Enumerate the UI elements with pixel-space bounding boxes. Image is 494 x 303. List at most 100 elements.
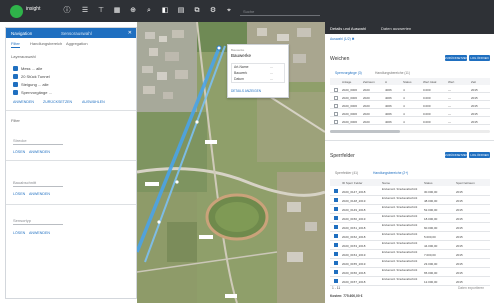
table-row[interactable]: 2020_0149_2018 Erstvernetz. Streckenabsch… <box>330 205 490 214</box>
divider <box>6 160 136 161</box>
tab-aggregation[interactable]: Aggregation <box>66 41 88 46</box>
table-cell: 2015 <box>456 199 463 203</box>
subtab-sperrvorgaenge[interactable]: Sperrvorgänge (3) <box>335 71 362 75</box>
table-cell: Erstvernetz. Streckenabschnitt <box>382 269 418 272</box>
clear-link[interactable]: LÖSEN <box>13 192 25 196</box>
reset-button[interactable]: ZURÜCKSETZEN <box>445 55 468 61</box>
section-title: Sperrfelder <box>330 153 355 159</box>
popup-details-link[interactable]: DETAILS ANZEIGEN <box>231 89 261 93</box>
table-row[interactable]: 2020_0006 2020 4006 4 0.000 — 2015 <box>330 110 490 117</box>
table-row[interactable]: 2020_0156_2018 Erstvernetz. Streckenabsch… <box>330 268 490 277</box>
row-checkbox[interactable] <box>334 270 338 274</box>
table-row[interactable]: 2020_0154_2019 Erstvernetz. Streckenabsch… <box>330 250 490 259</box>
row-checkbox[interactable] <box>334 95 338 100</box>
row-checkbox[interactable] <box>334 207 338 211</box>
selection-badge[interactable]: Auswahl (1/2) ✖ <box>330 37 355 41</box>
row-checkbox[interactable] <box>334 198 338 202</box>
apply-link[interactable]: ANWENDEN <box>29 150 50 154</box>
scrollbar-thumb[interactable] <box>330 130 400 133</box>
close-icon[interactable]: ✕ <box>128 30 132 36</box>
row-checkbox[interactable] <box>334 234 338 238</box>
row-checkbox[interactable] <box>334 119 338 124</box>
table-row[interactable]: 2020_0153_2018 Erstvernetz. Streckenabsch… <box>330 241 490 250</box>
log-button[interactable]: LOG ÖFFNEN <box>469 152 490 158</box>
layer-checkbox[interactable] <box>13 74 18 79</box>
reset-button[interactable]: ZURÜCKSETZEN <box>445 152 468 158</box>
column-header: ID Sperr Felder <box>342 181 363 185</box>
table-row[interactable]: 2020_0150_2019 Erstvernetz. Streckenabsch… <box>330 214 490 223</box>
table-row[interactable]: 2020_0152_2018 Erstvernetz. Streckenabsch… <box>330 232 490 241</box>
select-layers-link[interactable]: AUSWÄHLEN <box>82 100 105 104</box>
zoom-in-icon[interactable]: ⊕ <box>128 6 138 16</box>
row-checkbox[interactable] <box>334 252 338 256</box>
table-cell: Erstvernetz. Streckenabschnitt <box>382 215 418 218</box>
measure-icon[interactable]: ⧉ <box>192 6 202 16</box>
section-field[interactable]: Bauabschnitt <box>13 178 63 187</box>
subtab-sperrfelder[interactable]: Sperrfelder (41) <box>335 171 358 175</box>
row-checkbox[interactable] <box>334 189 338 193</box>
layer-checkbox[interactable] <box>13 66 18 71</box>
apply-layers-link[interactable]: ANWENDEN <box>13 100 34 104</box>
table-cell: 2015 <box>471 96 478 100</box>
row-checkbox[interactable] <box>334 87 338 92</box>
reset-layers-link[interactable]: ZURÜCKSETZEN <box>43 100 72 104</box>
table-row[interactable]: 2020_0006 2020 4006 4 0.000 — 2015 <box>330 102 490 109</box>
layer-checkbox[interactable] <box>13 90 18 95</box>
table-row[interactable]: 2020_0147_2018 Erstvernetz. Streckenabsch… <box>330 187 490 196</box>
table-row[interactable]: 2020_0155_2019 Erstvernetz. Streckenabsch… <box>330 259 490 268</box>
popup-value: ... <box>270 71 273 75</box>
location-pin-icon[interactable]: ⌖ <box>224 6 234 16</box>
table-row[interactable]: 2020_0148_2019 Erstvernetz. Streckenabsch… <box>330 196 490 205</box>
table-row[interactable]: 2020_0157_2018 Erstvernetz. Streckenabsch… <box>330 277 490 286</box>
layers-icon[interactable]: ◧ <box>160 6 170 16</box>
table-cell: 0.000 <box>423 104 431 108</box>
row-checkbox[interactable] <box>334 279 338 283</box>
filter-icon[interactable]: ⊤ <box>96 6 106 16</box>
table-cell: 7.000,00 <box>424 253 436 257</box>
row-checkbox[interactable] <box>334 216 338 220</box>
tab-filter[interactable]: Filter <box>11 41 20 48</box>
table-cell: 2015 <box>456 235 463 239</box>
tab-details[interactable]: Details und Auswahl <box>330 26 366 31</box>
tab-evaluate[interactable]: Daten auswerten <box>381 26 411 31</box>
clear-link[interactable]: LÖSEN <box>13 150 25 154</box>
subtab-handlungsbereiche[interactable]: Handlungsbereiche (2+) <box>373 171 408 175</box>
table-row[interactable]: 2020_0151_2018 Erstvernetz. Streckenabsch… <box>330 223 490 232</box>
search-icon[interactable]: ⌕ <box>144 6 154 16</box>
layer-label: Sperrvorgänge ... <box>21 90 52 95</box>
table-row[interactable]: 2020_0006 2020 4006 4 0.000 — 2015 <box>330 86 490 93</box>
table-icon[interactable]: ▦ <box>112 6 122 16</box>
apply-link[interactable]: ANWENDEN <box>29 192 50 196</box>
tab-handlungsbereich[interactable]: Handlungsbereich <box>30 41 62 46</box>
list-icon[interactable]: ☰ <box>80 6 90 16</box>
row-checkbox[interactable] <box>334 243 338 247</box>
info-icon[interactable]: ⓘ <box>62 6 72 16</box>
settings-icon[interactable]: ⚙ <box>208 6 218 16</box>
popup-row: Art-Name <box>234 65 249 69</box>
route-field[interactable]: Strecke <box>13 136 63 145</box>
row-checkbox[interactable] <box>334 111 338 116</box>
navigation-panel: Navigation Sensorauswahl ✕ Filter Handlu… <box>5 27 137 299</box>
table-cell: 2015 <box>456 217 463 221</box>
subtab-handlungsbereiche[interactable]: Handlungsbereiche (11) <box>375 71 410 75</box>
clear-link[interactable]: LÖSEN <box>13 231 25 235</box>
export-link[interactable]: Daten exportieren <box>458 286 484 290</box>
apply-link[interactable]: ANWENDEN <box>29 231 50 235</box>
row-checkbox[interactable] <box>334 225 338 229</box>
table-cell: 4006 <box>385 104 392 108</box>
table-cell: 2020 <box>363 120 370 124</box>
table-cell: 2020_0153_2018 <box>342 244 366 248</box>
pagination[interactable]: 1 - 11 <box>332 286 340 290</box>
log-button[interactable]: LOG ÖFFNEN <box>469 55 490 61</box>
grid-icon[interactable]: ▤ <box>176 6 186 16</box>
row-checkbox[interactable] <box>334 261 338 265</box>
search-input[interactable]: Suche <box>240 7 320 16</box>
table-cell: 2015 <box>471 88 478 92</box>
layer-checkbox[interactable] <box>13 82 18 87</box>
table-row[interactable]: 2020_0006 2020 4006 4 0.000 — 2015 <box>330 118 490 125</box>
column-header: A <box>385 80 388 84</box>
row-checkbox[interactable] <box>334 103 338 108</box>
sensor-type-field[interactable]: Sensortyp <box>13 216 63 225</box>
table-cell: 2015 <box>456 271 463 275</box>
table-row[interactable]: 2020_0006 2020 4006 4 0.000 — 2015 <box>330 94 490 101</box>
